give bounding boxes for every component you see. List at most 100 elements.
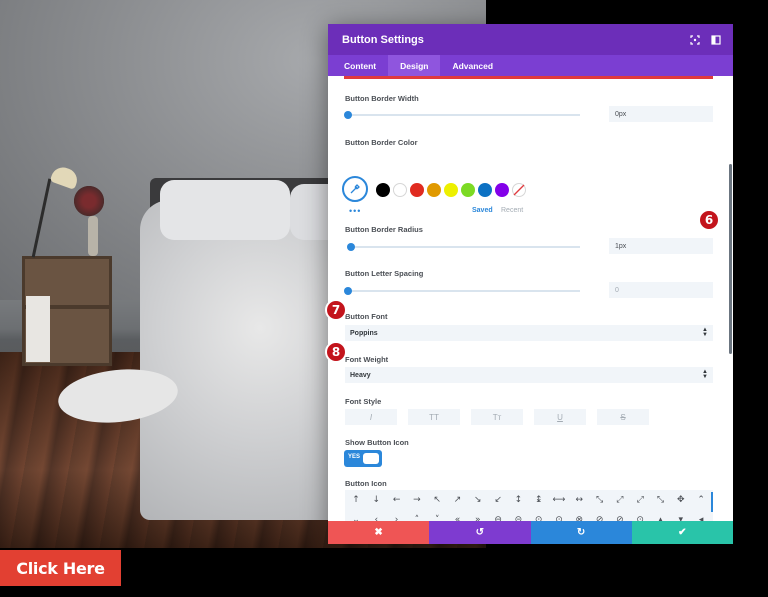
strikethrough-button[interactable]: S (597, 409, 649, 425)
show-icon-toggle[interactable]: YES (344, 450, 382, 467)
icon-option[interactable]: → (408, 491, 426, 509)
icon-option[interactable]: ⊙ (550, 511, 568, 521)
modal-header: Button Settings (328, 24, 733, 55)
icon-option[interactable]: ⤢ (631, 491, 649, 509)
color-swatch-blue[interactable] (478, 183, 492, 197)
modal-footer: ✖ ↺ ↻ ✔ (328, 521, 733, 544)
step-marker-7: 7 (325, 299, 347, 321)
button-font-label: Button Font (345, 312, 388, 321)
font-weight-value: Heavy (350, 371, 371, 379)
icon-option[interactable]: ⊖ (489, 511, 507, 521)
expand-icon[interactable] (688, 33, 701, 46)
border-radius-slider[interactable] (348, 246, 580, 248)
more-colors-icon[interactable]: ••• (349, 206, 361, 216)
capitalize-button[interactable]: Tт (471, 409, 523, 425)
underline-button[interactable]: U (534, 409, 586, 425)
icon-option[interactable]: ⊘ (611, 511, 629, 521)
border-width-label: Button Border Width (345, 94, 419, 103)
color-swatch-red[interactable] (410, 183, 424, 197)
letter-spacing-input[interactable]: 0 (609, 282, 713, 298)
icon-option[interactable]: ⟷ (550, 491, 568, 509)
border-width-slider[interactable] (348, 114, 580, 116)
tab-advanced[interactable]: Advanced (440, 55, 505, 76)
icon-option[interactable]: ↑ (347, 491, 365, 509)
icon-grid-scrollbar[interactable] (711, 492, 713, 512)
button-settings-modal: Button Settings Content Design Advanced … (328, 24, 733, 544)
photo-pillow (160, 180, 290, 240)
eyedropper-icon[interactable] (342, 176, 368, 202)
button-font-select[interactable]: Poppins ▲ ▼ (345, 325, 713, 341)
icon-option[interactable]: ▴ (652, 511, 670, 521)
border-width-slider-handle[interactable] (344, 111, 352, 119)
no-color-swatch[interactable] (512, 183, 526, 197)
font-weight-label: Font Weight (345, 355, 389, 364)
icon-option[interactable]: ⊙ (530, 511, 548, 521)
icon-option[interactable]: ⊗ (570, 511, 588, 521)
icon-option[interactable]: ⤡ (652, 491, 670, 509)
icon-option[interactable]: » (469, 511, 487, 521)
page: Click Here Button Settings Content Desig… (0, 0, 768, 597)
border-width-input[interactable]: 0px (609, 106, 713, 122)
toggle-knob (363, 453, 379, 464)
color-swatch-orange[interactable] (427, 183, 441, 197)
letter-spacing-slider[interactable] (348, 290, 580, 292)
photo-vase (88, 216, 98, 256)
color-swatch-purple[interactable] (495, 183, 509, 197)
letter-spacing-label: Button Letter Spacing (345, 269, 424, 278)
icon-picker-grid: ↑↓←→↖↗↘↙↕↨⟷↔⤡⤢⤢⤡✥⌃⌄‹›˄˅«»⊖⊝⊙⊙⊗⊘⊘⊙▴▾◂▸⊙⊙⊙… (345, 490, 713, 521)
icon-option[interactable]: ↖ (428, 491, 446, 509)
icon-option[interactable]: ˄ (408, 511, 426, 521)
icon-option[interactable]: ↕ (509, 491, 527, 509)
settings-scrollbar[interactable] (729, 164, 732, 354)
cancel-button[interactable]: ✖ (328, 521, 430, 544)
recent-colors-tab[interactable]: Recent (501, 207, 523, 214)
icon-option[interactable]: ⊝ (509, 511, 527, 521)
click-here-button[interactable]: Click Here (0, 550, 121, 586)
sidebar-toggle-icon[interactable] (709, 33, 722, 46)
modal-tabs: Content Design Advanced (328, 55, 733, 76)
color-preview-bar (344, 76, 713, 79)
icon-option[interactable]: ▾ (672, 511, 690, 521)
icon-option[interactable]: ⤢ (611, 491, 629, 509)
icon-option[interactable]: ↨ (530, 491, 548, 509)
icon-option[interactable]: › (388, 511, 406, 521)
icon-option[interactable]: ⌄ (347, 511, 365, 521)
border-radius-slider-handle[interactable] (347, 243, 355, 251)
icon-option[interactable]: ‹ (367, 511, 385, 521)
save-button[interactable]: ✔ (631, 521, 733, 544)
uppercase-button[interactable]: TT (408, 409, 460, 425)
tab-design[interactable]: Design (388, 55, 441, 76)
icon-option[interactable]: ↗ (449, 491, 467, 509)
redo-button[interactable]: ↻ (530, 521, 632, 544)
icon-option[interactable]: ↙ (489, 491, 507, 509)
icon-option[interactable]: ⤡ (591, 491, 609, 509)
icon-option[interactable]: « (449, 511, 467, 521)
undo-button[interactable]: ↺ (429, 521, 531, 544)
color-swatch-white[interactable] (393, 183, 407, 197)
border-radius-label: Button Border Radius (345, 225, 423, 234)
font-weight-select[interactable]: Heavy ▲ ▼ (345, 367, 713, 383)
icon-option[interactable]: ⌃ (692, 491, 710, 509)
icon-option[interactable]: ⊘ (591, 511, 609, 521)
photo-books (26, 296, 50, 362)
icon-option[interactable]: ✥ (672, 491, 690, 509)
icon-option[interactable]: ↔ (570, 491, 588, 509)
icon-option[interactable]: ← (388, 491, 406, 509)
border-radius-input[interactable]: 1px (609, 238, 713, 254)
icon-option[interactable]: ↘ (469, 491, 487, 509)
select-arrows-icon: ▲ ▼ (702, 369, 708, 380)
settings-body: Button Border Width 0px Button Border Co… (328, 76, 733, 521)
color-swatch-black[interactable] (376, 183, 390, 197)
letter-spacing-slider-handle[interactable] (344, 287, 352, 295)
color-swatch-yellow[interactable] (444, 183, 458, 197)
icon-option[interactable]: ◂ (692, 511, 710, 521)
tab-content[interactable]: Content (332, 55, 388, 76)
border-color-label: Button Border Color (345, 138, 418, 147)
italic-button[interactable]: I (345, 409, 397, 425)
button-icon-label: Button Icon (345, 479, 387, 488)
icon-option[interactable]: ⊙ (631, 511, 649, 521)
color-swatch-green[interactable] (461, 183, 475, 197)
icon-option[interactable]: ˅ (428, 511, 446, 521)
saved-colors-tab[interactable]: Saved (472, 207, 493, 214)
icon-option[interactable]: ↓ (367, 491, 385, 509)
